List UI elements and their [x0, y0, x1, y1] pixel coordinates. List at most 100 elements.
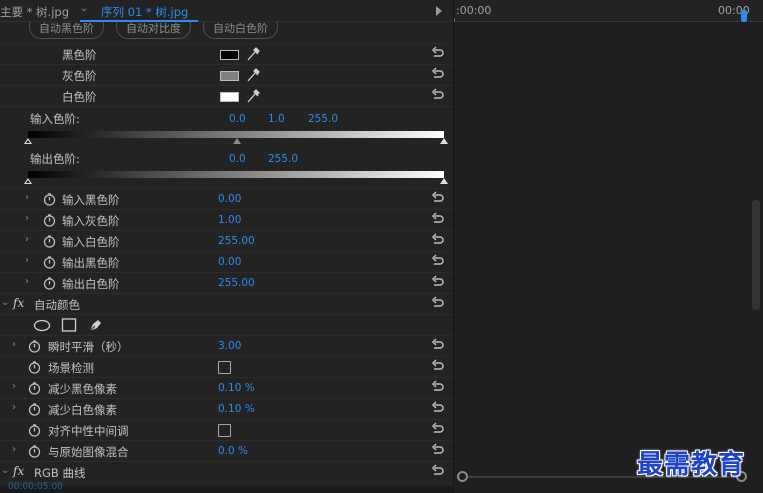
stopwatch-icon[interactable]: [43, 193, 56, 206]
gray-level-row: 灰色阶: [0, 65, 453, 86]
output-levels-high[interactable]: 255.0: [268, 153, 298, 165]
param-value[interactable]: 1.00: [218, 214, 241, 226]
tab-sequence[interactable]: 序列 01 * 树.jpg: [86, 4, 188, 20]
param-label: 对齐中性中间调: [48, 424, 129, 438]
chevron-down-icon[interactable]: ⌄: [1, 297, 9, 308]
expand-chevron-icon[interactable]: ›: [12, 402, 16, 413]
vertical-scrollbar[interactable]: [752, 24, 760, 464]
gray-level-swatch[interactable]: [220, 71, 239, 81]
expand-chevron-icon[interactable]: ›: [25, 213, 29, 224]
pen-mask-icon[interactable]: [88, 317, 104, 333]
param-label: 减少白色像素: [48, 403, 117, 417]
expand-chevron-icon[interactable]: ›: [25, 255, 29, 266]
input-levels-gamma[interactable]: 1.0: [268, 113, 285, 125]
stopwatch-icon[interactable]: [28, 340, 41, 353]
fx-icon[interactable]: fx: [13, 296, 24, 310]
auto-white-level-button[interactable]: 自动白色阶: [203, 22, 278, 39]
output-black-slider[interactable]: [24, 178, 32, 184]
black-level-swatch[interactable]: [220, 50, 239, 60]
input-black-slider[interactable]: [24, 138, 32, 144]
tab-master-clip[interactable]: 主要 * 树.jpg: [0, 4, 69, 20]
stopwatch-icon[interactable]: [43, 235, 56, 248]
black-level-row: 黑色阶: [0, 44, 453, 65]
param-label: 场景检测: [48, 361, 94, 375]
expand-chevron-icon[interactable]: ›: [12, 381, 16, 392]
param-value[interactable]: 255.00: [218, 277, 255, 289]
eyedropper-icon[interactable]: [246, 46, 260, 62]
stopwatch-icon[interactable]: [28, 403, 41, 416]
fx-icon[interactable]: fx: [13, 464, 24, 478]
input-white-slider[interactable]: [440, 138, 448, 144]
stopwatch-icon[interactable]: [28, 424, 41, 437]
expand-chevron-icon[interactable]: ›: [25, 276, 29, 287]
current-timecode[interactable]: 00:00:05:00: [8, 482, 63, 492]
param-value[interactable]: 0.0 %: [218, 445, 248, 457]
black-level-label: 黑色阶: [62, 48, 97, 62]
playhead[interactable]: [741, 10, 747, 22]
input-gray-slider[interactable]: [233, 138, 241, 144]
param-label: 瞬时平滑（秒）: [48, 340, 129, 354]
snap-neutral-checkbox[interactable]: [218, 424, 231, 437]
chevron-down-icon[interactable]: ⌄: [1, 465, 9, 476]
scene-detect-checkbox[interactable]: [218, 361, 231, 374]
param-row-output-black: › 输出黑色阶 0.00: [0, 252, 453, 273]
param-value[interactable]: 3.00: [218, 340, 241, 352]
reset-icon[interactable]: [431, 359, 445, 373]
input-levels-low[interactable]: 0.0: [229, 113, 246, 125]
stopwatch-icon[interactable]: [43, 214, 56, 227]
scrollbar-thumb[interactable]: [752, 200, 760, 310]
play-triangle-icon[interactable]: [436, 6, 442, 16]
effect-header-auto-color[interactable]: ⌄ fx 自动颜色: [0, 294, 453, 315]
ellipse-mask-icon[interactable]: [33, 319, 51, 332]
auto-contrast-button[interactable]: 自动对比度: [116, 22, 191, 39]
stopwatch-icon[interactable]: [43, 277, 56, 290]
white-level-swatch[interactable]: [220, 92, 239, 102]
param-value[interactable]: 0.10 %: [218, 403, 255, 415]
reset-icon[interactable]: [431, 212, 445, 226]
reset-icon[interactable]: [431, 254, 445, 268]
rectangle-mask-icon[interactable]: [61, 318, 77, 332]
output-white-slider[interactable]: [440, 178, 448, 184]
param-label: 输入黑色阶: [62, 193, 120, 207]
time-ruler[interactable]: :00:00 00:00: [454, 0, 763, 22]
stopwatch-icon[interactable]: [28, 445, 41, 458]
reset-icon[interactable]: [431, 338, 445, 352]
param-value[interactable]: 255.00: [218, 235, 255, 247]
reset-icon[interactable]: [431, 401, 445, 415]
reset-icon[interactable]: [431, 46, 445, 60]
param-value[interactable]: 0.10 %: [218, 382, 255, 394]
param-value[interactable]: 0.00: [218, 193, 241, 205]
param-label: 减少黑色像素: [48, 382, 117, 396]
reset-icon[interactable]: [431, 275, 445, 289]
status-strip: 00:00:05:00: [0, 482, 453, 493]
input-levels-high[interactable]: 255.0: [308, 113, 338, 125]
reset-icon[interactable]: [431, 67, 445, 81]
reset-icon[interactable]: [431, 422, 445, 436]
white-level-label: 白色阶: [62, 90, 97, 104]
reset-icon[interactable]: [431, 296, 445, 310]
stopwatch-icon[interactable]: [43, 256, 56, 269]
expand-chevron-icon[interactable]: ›: [12, 444, 16, 455]
reset-icon[interactable]: [431, 88, 445, 102]
reset-icon[interactable]: [431, 191, 445, 205]
effect-timeline[interactable]: :00:00 00:00 最需教育: [453, 0, 763, 493]
expand-chevron-icon[interactable]: ›: [25, 192, 29, 203]
zoom-handle-left[interactable]: [457, 471, 468, 482]
eyedropper-icon[interactable]: [246, 67, 260, 83]
param-value[interactable]: 0.00: [218, 256, 241, 268]
effect-header-rgb-curves[interactable]: ⌄ fx RGB 曲线: [0, 462, 453, 483]
auto-black-level-button[interactable]: 自动黑色阶: [29, 22, 104, 39]
reset-icon[interactable]: [431, 464, 445, 478]
expand-chevron-icon[interactable]: ›: [25, 234, 29, 245]
stopwatch-icon[interactable]: [28, 361, 41, 374]
reset-icon[interactable]: [431, 443, 445, 457]
reset-icon[interactable]: [431, 380, 445, 394]
input-levels-gradient: [28, 131, 444, 138]
param-row-input-black: › 输入黑色阶 0.00: [0, 189, 453, 210]
stopwatch-icon[interactable]: [28, 382, 41, 395]
reset-icon[interactable]: [431, 233, 445, 247]
output-levels-low[interactable]: 0.0: [229, 153, 246, 165]
eyedropper-icon[interactable]: [246, 88, 260, 104]
input-levels-label: 输入色阶:: [30, 112, 80, 126]
expand-chevron-icon[interactable]: ›: [12, 339, 16, 350]
